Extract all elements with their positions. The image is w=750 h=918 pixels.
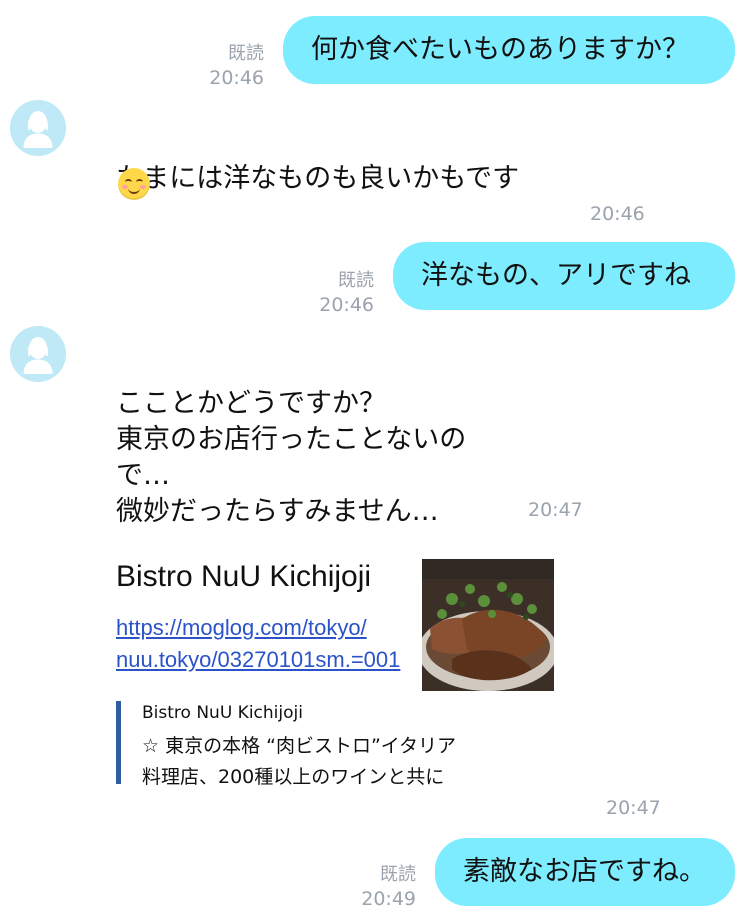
message-text: 洋なもの、アリですね bbox=[421, 260, 691, 291]
link-thumbnail-image[interactable] bbox=[422, 559, 554, 691]
message-time: 20:49 bbox=[361, 888, 416, 910]
quote-bar bbox=[116, 701, 121, 784]
contact-avatar-icon[interactable] bbox=[10, 100, 66, 156]
incoming-message-text[interactable]: たまには洋なものも良いかもです bbox=[116, 125, 576, 197]
outgoing-message-bubble[interactable]: 素敵なお店ですね。 bbox=[435, 838, 735, 906]
message-time: 20:47 bbox=[606, 797, 661, 819]
message-text: たまには洋なものも良いかもです bbox=[116, 163, 520, 194]
link-url[interactable]: https://moglog.com/tokyo/ nuu.tokyo/0327… bbox=[116, 612, 416, 676]
message-meta: 既読 20:46 bbox=[300, 269, 374, 317]
link-url-line: nuu.tokyo/03270101sm.=001 bbox=[116, 647, 401, 672]
message-text: 素敵なお店ですね。 bbox=[463, 856, 706, 887]
message-time: 20:47 bbox=[528, 499, 583, 521]
outgoing-message-bubble[interactable]: 何か食べたいものありますか？ bbox=[283, 16, 735, 84]
message-time: 20:46 bbox=[209, 67, 264, 89]
message-meta: 既読 20:49 bbox=[342, 863, 416, 911]
outgoing-message-bubble[interactable]: 洋なもの、アリですね bbox=[393, 242, 735, 310]
smiling-face-emoji bbox=[118, 168, 150, 200]
read-receipt: 既読 bbox=[228, 43, 264, 64]
message-time: 20:46 bbox=[590, 203, 645, 225]
link-url-line: https://moglog.com/tokyo/ bbox=[116, 615, 367, 640]
message-text: こことかどうですか？ 東京のお店行ったことないの で… 微妙だったらすみません… bbox=[116, 388, 467, 527]
message-time: 20:46 bbox=[319, 294, 374, 316]
quote-description: ☆ 東京の本格 “肉ビストロ”イタリア 料理店、200種以上のワインと共に bbox=[142, 735, 457, 788]
read-receipt: 既読 bbox=[380, 864, 416, 885]
incoming-message-text[interactable]: こことかどうですか？ 東京のお店行ったことないの で… 微妙だったらすみません… bbox=[116, 350, 516, 530]
contact-avatar-icon[interactable] bbox=[10, 326, 66, 382]
link-title: Bistro NuU Kichijoji bbox=[116, 560, 372, 593]
message-text: 何か食べたいものありますか？ bbox=[311, 34, 689, 65]
quote-title: Bistro NuU Kichijoji bbox=[142, 703, 303, 723]
read-receipt: 既読 bbox=[338, 270, 374, 291]
message-meta: 既読 20:46 bbox=[190, 42, 264, 90]
